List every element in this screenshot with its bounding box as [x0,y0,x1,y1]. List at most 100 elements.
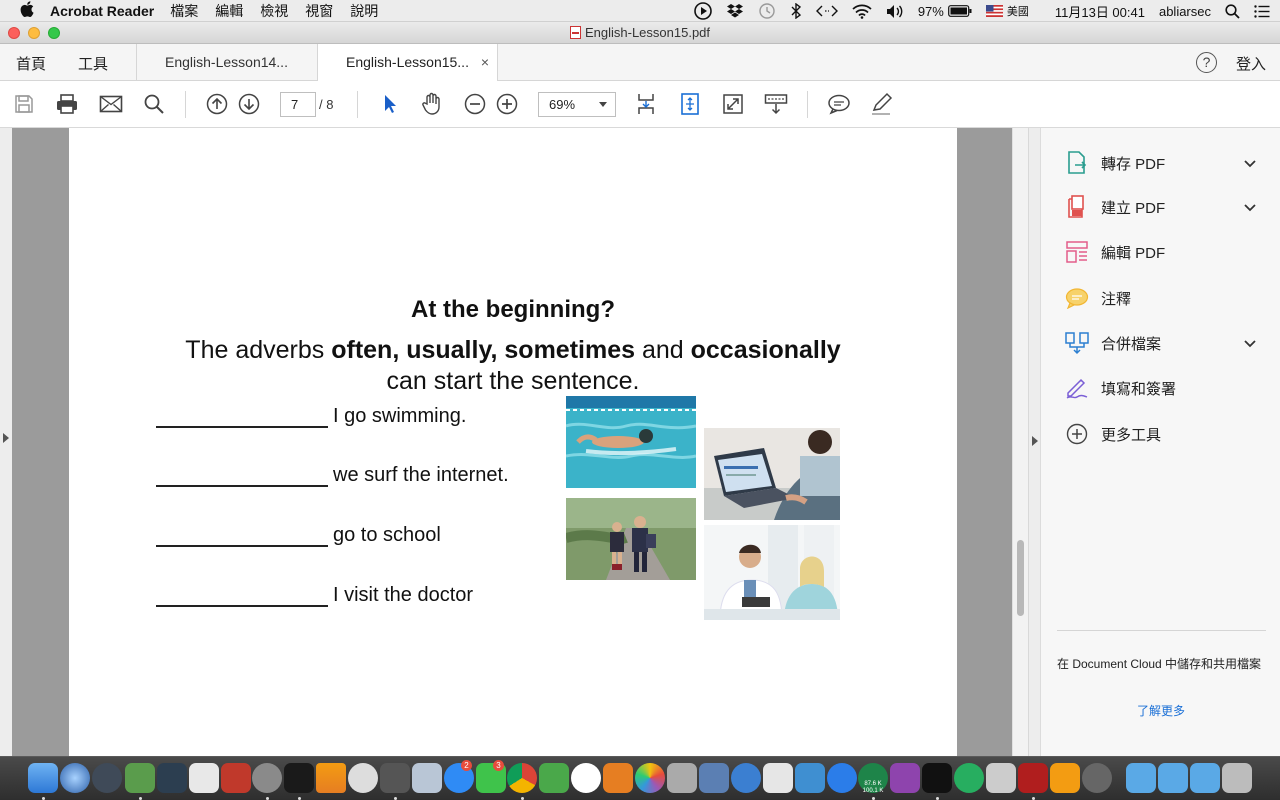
database-icon[interactable] [667,763,697,793]
ibooks-icon[interactable] [603,763,633,793]
bluetooth-icon[interactable] [790,3,802,19]
panda-icon[interactable] [1082,763,1112,793]
tool-edit-pdf[interactable]: 編輯 PDF [1065,239,1165,265]
read-mode-icon[interactable] [764,92,788,116]
flag-us-icon[interactable] [985,5,1003,17]
hand-tool-icon[interactable] [420,92,444,116]
vlc-icon[interactable] [316,763,346,793]
quicktime-icon[interactable] [380,763,410,793]
acrobat-reader-icon[interactable] [1018,763,1048,793]
zoom-out-icon[interactable] [463,92,487,116]
evernote-icon[interactable] [125,763,155,793]
chevron-down-icon[interactable] [1244,157,1256,169]
media-play-icon[interactable] [694,2,712,20]
right-panel-toggle[interactable] [1028,128,1040,756]
menu-view[interactable]: 檢視 [260,1,288,21]
tool-combine-files[interactable]: 合併檔案 [1065,330,1161,356]
pages-icon[interactable] [1050,763,1080,793]
menu-file[interactable]: 檔案 [170,1,198,21]
dropbox-icon[interactable] [726,3,744,19]
previous-page-icon[interactable] [205,92,229,116]
filezilla-icon[interactable] [221,763,251,793]
finder-icon[interactable] [28,763,58,793]
battery-icon[interactable] [947,5,972,17]
fit-page-icon[interactable] [678,92,702,116]
minimize-window-button[interactable] [28,27,40,39]
image-viewer-icon[interactable] [763,763,793,793]
tab-english-lesson15[interactable]: English-Lesson15... × [318,44,498,82]
zoom-level-select[interactable]: 69% [538,92,616,117]
next-page-icon[interactable] [237,92,261,116]
sign-in-link[interactable]: 登入 [1236,53,1266,74]
tool-more-tools[interactable]: 更多工具 [1065,421,1161,447]
documents-folder-icon[interactable] [1158,763,1188,793]
itunes-icon[interactable] [571,763,601,793]
scrollbar-thumb[interactable] [1017,540,1024,616]
learn-more-link[interactable]: 了解更多 [1137,702,1185,719]
pycharm-icon[interactable] [922,763,952,793]
siri-icon[interactable] [60,763,90,793]
comment-icon[interactable] [827,92,851,116]
zoom-window-button[interactable] [48,27,60,39]
terminal-icon[interactable] [284,763,314,793]
time-machine-icon[interactable] [758,2,776,20]
quicklook-icon[interactable] [827,763,857,793]
page-sentence: The adverbs often, usually, sometimes an… [185,336,841,395]
clock[interactable]: 11月13日 00:41 [1055,2,1145,21]
left-panel-toggle[interactable] [0,128,12,756]
chevron-down-icon[interactable] [1244,337,1256,349]
scrolling-mode-icon[interactable] [634,92,658,116]
wifi-icon[interactable] [852,4,872,19]
virtualbox-icon[interactable] [699,763,729,793]
menu-edit[interactable]: 編輯 [215,1,243,21]
system-preferences-icon[interactable] [252,763,282,793]
full-screen-icon[interactable] [721,92,745,116]
script-editor-icon[interactable] [815,4,838,18]
vertical-scrollbar[interactable] [1012,128,1028,756]
pen-tool-icon[interactable] [986,763,1016,793]
close-tab-icon[interactable]: × [481,44,489,81]
tool-export-pdf[interactable]: 轉存 PDF [1065,150,1165,176]
chrome-icon[interactable] [507,763,537,793]
launchpad-icon[interactable] [92,763,122,793]
pycharm-like-icon[interactable] [539,763,569,793]
tool-create-pdf[interactable]: 建立 PDF [1065,194,1165,220]
help-icon[interactable]: ? [1196,52,1217,73]
activity-monitor-icon[interactable] [157,763,187,793]
highlight-pen-icon[interactable] [870,92,894,116]
wifi-utility-icon[interactable] [731,763,761,793]
preview-icon[interactable] [412,763,442,793]
downloads-folder-icon[interactable] [1190,763,1220,793]
podcast-icon[interactable] [890,763,920,793]
nav-tools[interactable]: 工具 [78,53,108,74]
close-window-button[interactable] [8,27,20,39]
zoom-in-icon[interactable] [495,92,519,116]
trash-icon[interactable] [1222,763,1252,793]
openai-icon[interactable] [954,763,984,793]
tab-english-lesson14[interactable]: English-Lesson14... [136,44,318,81]
chevron-down-icon[interactable] [1244,201,1256,213]
tool-comment[interactable]: 注釋 [1065,285,1131,311]
select-pointer-icon[interactable] [378,92,402,116]
applications-folder-icon[interactable] [1126,763,1156,793]
email-icon[interactable] [99,92,123,116]
script-editor-icon[interactable] [189,763,219,793]
print-icon[interactable] [55,92,79,116]
apple-menu-icon[interactable] [18,0,36,21]
page-number-input[interactable]: 7 [280,92,316,117]
menu-window[interactable]: 視窗 [305,1,333,21]
save-icon[interactable] [12,92,36,116]
user-name[interactable]: abliarsec [1159,4,1211,19]
spotlight-search-icon[interactable] [1225,3,1240,19]
input-source-label[interactable]: 美國 [1007,3,1029,19]
tor-browser-icon[interactable] [348,763,378,793]
word-icon[interactable] [795,763,825,793]
menu-help[interactable]: 說明 [350,1,378,21]
notification-center-icon[interactable] [1254,4,1270,18]
nav-home[interactable]: 首頁 [16,53,46,74]
tool-fill-sign[interactable]: 填寫和簽署 [1065,375,1176,401]
photos-icon[interactable] [635,763,665,793]
search-icon[interactable] [142,92,166,116]
volume-icon[interactable] [886,4,904,19]
app-name-menu[interactable]: Acrobat Reader [50,3,154,19]
